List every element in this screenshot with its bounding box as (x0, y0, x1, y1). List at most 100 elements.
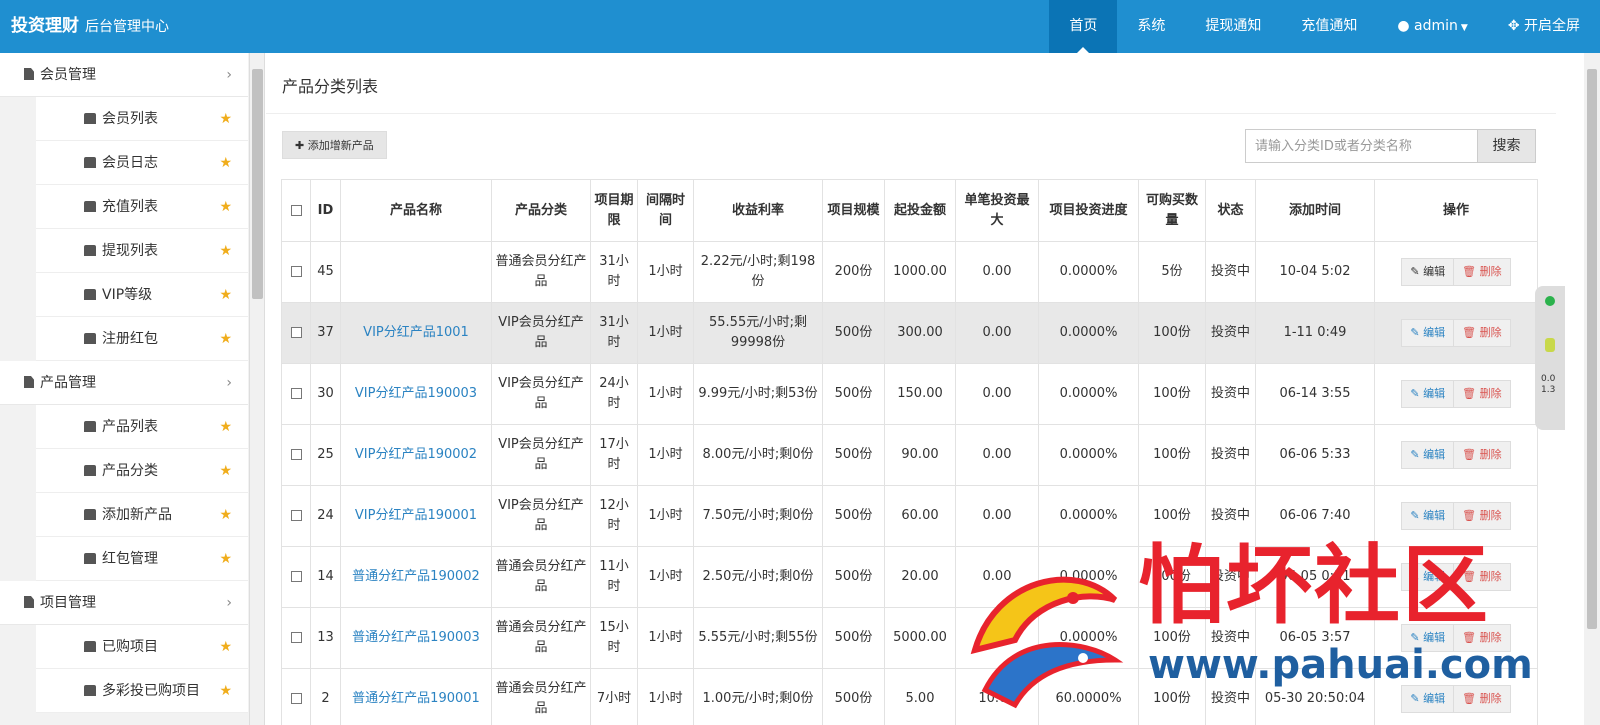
scrollbar-thumb[interactable] (1587, 69, 1597, 629)
row-checkbox[interactable] (290, 571, 302, 582)
row-checkbox[interactable] (290, 632, 302, 643)
sidebar-group-label: 项目管理 (40, 595, 96, 611)
sidebar-item-member-list[interactable]: 会员列表 ★ (36, 97, 248, 141)
top-bar: 投资理财 后台管理中心 首页 系统 提现通知 充值通知 ● admin ▼ ✥ 开启… (0, 0, 1600, 53)
sidebar-item-member-log[interactable]: 会员日志 ★ (36, 141, 248, 185)
cell-qty: 100份 (1138, 363, 1206, 425)
product-name-link[interactable]: VIP分红产品1001 (363, 325, 469, 340)
row-checkbox[interactable] (290, 693, 302, 704)
sidebar-item-purchased[interactable]: 已购项目 ★ (36, 625, 248, 669)
file-icon (24, 596, 34, 608)
cell-category: 普通会员分红产品 (491, 607, 591, 669)
puzzle-icon (84, 157, 96, 168)
user-menu[interactable]: ● admin ▼ (1377, 0, 1487, 53)
delete-button[interactable]: 🗑 删除 (1453, 502, 1511, 530)
sidebar-group-products[interactable]: 产品管理 › (0, 361, 248, 405)
row-checkbox[interactable] (290, 327, 302, 338)
action-group: ✎ 编辑 🗑 删除 (1401, 502, 1511, 530)
cell-scale: 500份 (822, 668, 885, 725)
cell-interval: 1小时 (637, 363, 694, 425)
cell-name[interactable]: VIP分红产品190002 (340, 424, 492, 486)
cell-min: 5000.00 (884, 607, 956, 669)
star-icon: ★ (219, 111, 232, 127)
cell-scale: 200份 (822, 241, 885, 303)
delete-button[interactable]: 🗑 删除 (1453, 319, 1511, 347)
product-name-link[interactable]: VIP分红产品190002 (355, 447, 477, 462)
sidebar-item-bonus-manage[interactable]: 红包管理 ★ (36, 537, 248, 581)
row-select-cell (281, 363, 311, 425)
cell-name[interactable]: VIP分红产品1001 (340, 302, 492, 364)
column-header: 状态 (1205, 179, 1256, 242)
sidebar-item-multi-purchased[interactable]: 多彩投已购项目 ★ (36, 669, 248, 713)
edit-button[interactable]: ✎ 编辑 (1401, 502, 1455, 530)
main-scrollbar[interactable] (1584, 53, 1600, 725)
product-name-link[interactable]: VIP分红产品190001 (355, 508, 477, 523)
sidebar-item-vip-level[interactable]: VIP等级 ★ (36, 273, 248, 317)
product-name-link[interactable]: 普通分红产品190001 (352, 691, 480, 706)
topnav-system[interactable]: 系统 (1117, 0, 1185, 53)
product-name-link[interactable]: 普通分红产品190002 (352, 569, 480, 584)
sidebar-group-projects[interactable]: 项目管理 › (0, 581, 248, 625)
select-all-cell (281, 179, 311, 242)
speed-widget[interactable]: 0.0 1.3 (1535, 286, 1565, 430)
trash-icon: 🗑 (1462, 692, 1477, 705)
search-button[interactable]: 搜索 (1477, 129, 1536, 163)
delete-button[interactable]: 🗑 删除 (1453, 441, 1511, 469)
sidebar-item-label: 会员日志 (102, 155, 158, 171)
sidebar-group-members[interactable]: 会员管理 › (0, 53, 248, 97)
sidebar-item-product-category[interactable]: 产品分类 ★ (36, 449, 248, 493)
add-time: 10-04 5:02 (1279, 264, 1351, 279)
caret-down-icon: ▼ (1460, 23, 1468, 33)
row-checkbox[interactable] (290, 266, 302, 277)
edit-button[interactable]: ✎ 编辑 (1401, 319, 1455, 347)
row-checkbox[interactable] (290, 388, 302, 399)
puzzle-icon (84, 245, 96, 256)
cell-time: 06-06 5:33 (1255, 424, 1375, 486)
product-name-link[interactable]: 普通分红产品190003 (352, 630, 480, 645)
star-icon: ★ (219, 551, 232, 567)
cell-interval: 1小时 (637, 241, 694, 303)
sidebar-group-label: 会员管理 (40, 67, 96, 83)
search-input[interactable] (1245, 129, 1478, 163)
puzzle-icon (84, 201, 96, 212)
user-name: admin (1414, 18, 1458, 34)
select-all-checkbox[interactable] (290, 204, 302, 216)
fullscreen-button[interactable]: ✥ 开启全屏 (1488, 0, 1600, 53)
cell-name[interactable]: 普通分红产品190003 (340, 607, 492, 669)
puzzle-icon (84, 685, 96, 696)
edit-button[interactable]: ✎ 编辑 (1401, 258, 1455, 286)
edit-button[interactable]: ✎ 编辑 (1401, 441, 1455, 469)
chevron-right-icon: › (226, 375, 232, 391)
add-product-button[interactable]: ✚ 添加增新产品 (282, 131, 387, 159)
cell-name[interactable] (340, 241, 492, 303)
delete-button[interactable]: 🗑 删除 (1453, 380, 1511, 408)
cell-name[interactable]: VIP分红产品190003 (340, 363, 492, 425)
sidebar-item-recharge-list[interactable]: 充值列表 ★ (36, 185, 248, 229)
brand-subtitle: 后台管理中心 (85, 19, 169, 35)
sidebar-item-product-list[interactable]: 产品列表 ★ (36, 405, 248, 449)
puzzle-icon (84, 553, 96, 564)
scrollbar-thumb[interactable] (252, 69, 263, 299)
action-group: ✎ 编辑 🗑 删除 (1401, 441, 1511, 469)
sidebar-item-register-bonus[interactable]: 注册红包 ★ (36, 317, 248, 361)
sidebar-scrollbar[interactable] (249, 53, 264, 725)
delete-button[interactable]: 🗑 删除 (1453, 258, 1511, 286)
cell-min: 1000.00 (884, 241, 956, 303)
cell-name[interactable]: 普通分红产品190002 (340, 546, 492, 608)
cell-name[interactable]: 普通分红产品190001 (340, 668, 492, 725)
row-select-cell (281, 424, 311, 486)
sidebar-item-label: 多彩投已购项目 (102, 683, 200, 699)
edit-button[interactable]: ✎ 编辑 (1401, 380, 1455, 408)
topnav-home[interactable]: 首页 (1049, 0, 1118, 53)
cell-interval: 1小时 (637, 546, 694, 608)
cell-category: VIP会员分红产品 (491, 363, 591, 425)
topnav-recharge-notice[interactable]: 充值通知 (1281, 0, 1377, 53)
row-checkbox[interactable] (290, 449, 302, 460)
sidebar-item-add-product[interactable]: 添加新产品 ★ (36, 493, 248, 537)
cell-min: 150.00 (884, 363, 956, 425)
cell-name[interactable]: VIP分红产品190001 (340, 485, 492, 547)
row-checkbox[interactable] (290, 510, 302, 521)
topnav-withdraw-notice[interactable]: 提现通知 (1185, 0, 1281, 53)
sidebar-item-withdraw-list[interactable]: 提现列表 ★ (36, 229, 248, 273)
product-name-link[interactable]: VIP分红产品190003 (355, 386, 477, 401)
